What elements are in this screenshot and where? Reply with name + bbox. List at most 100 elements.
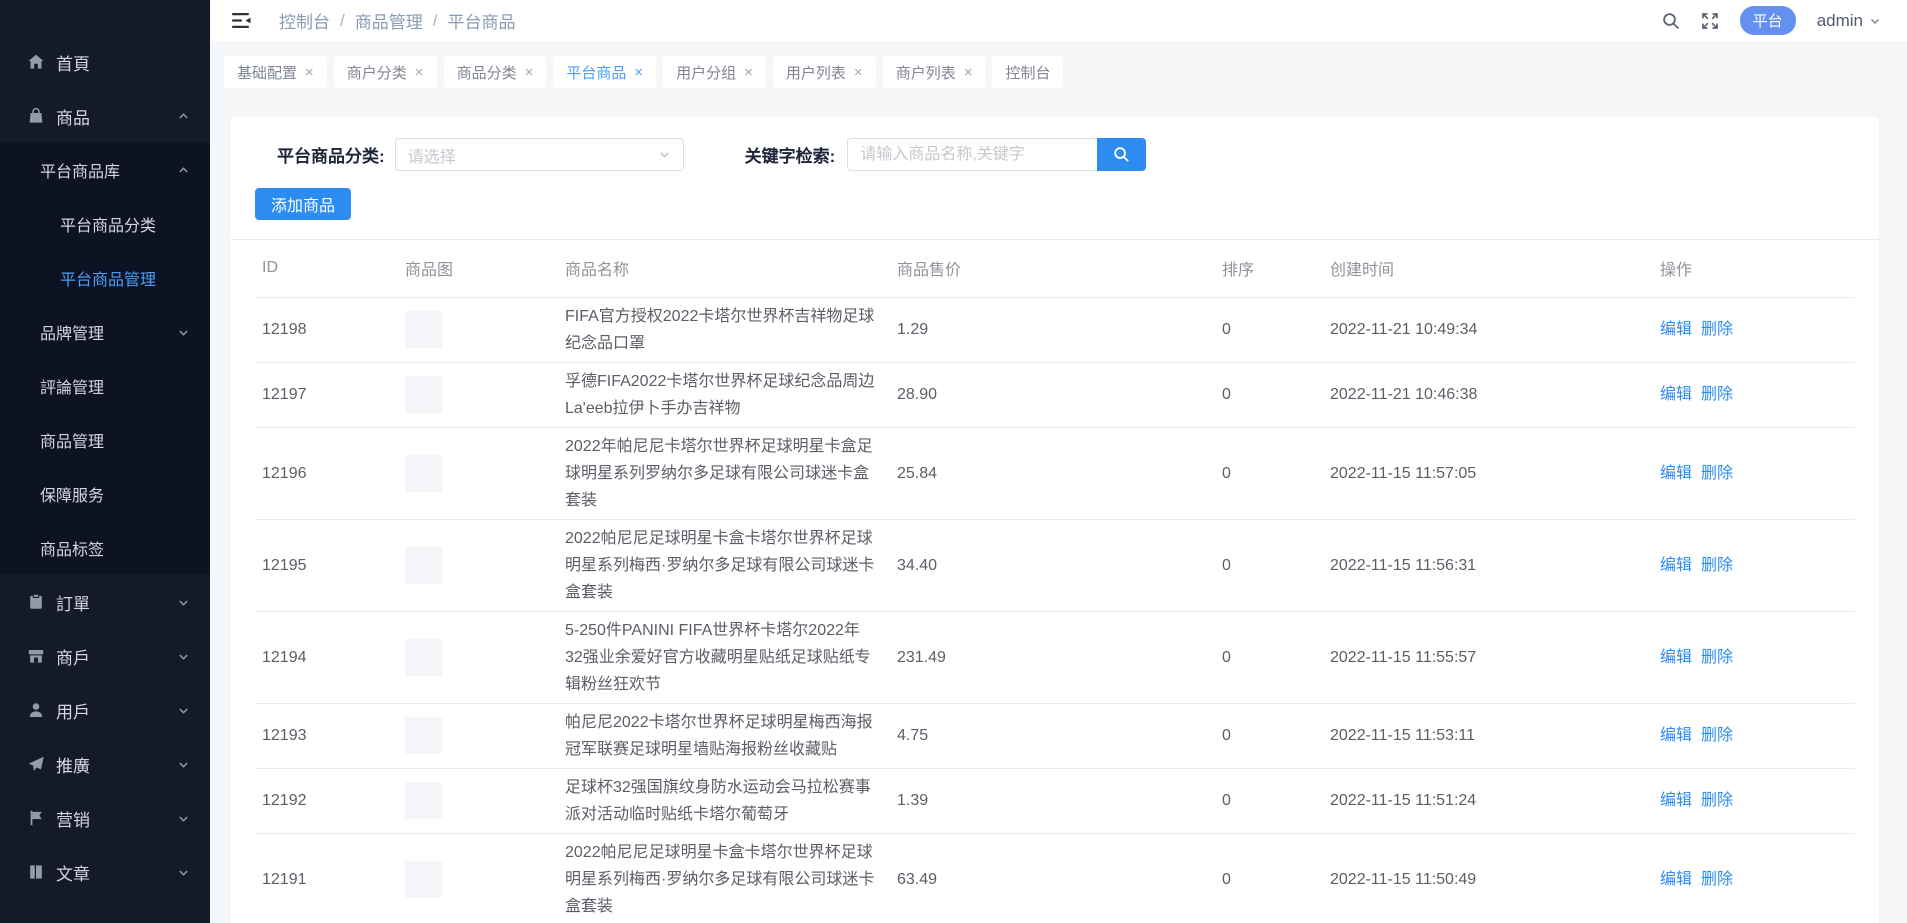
product-price: 28.90	[890, 362, 1215, 427]
tab-merchant-category[interactable]: 商户分类×	[334, 56, 437, 88]
tab-console[interactable]: 控制台	[992, 56, 1063, 88]
delete-link[interactable]: 删除	[1701, 871, 1733, 888]
chevron-down-icon	[177, 866, 190, 879]
breadcrumb-console[interactable]: 控制台	[279, 8, 330, 33]
chevron-down-icon	[177, 704, 190, 717]
edit-link[interactable]: 编辑	[1660, 871, 1692, 888]
products-table: ID商品图商品名称商品售价排序创建时间操作 12198FIFA官方授权2022卡…	[231, 239, 1879, 923]
product-id: 12193	[255, 703, 398, 768]
edit-link[interactable]: 编辑	[1660, 649, 1692, 666]
user-menu[interactable]: admin	[1817, 11, 1881, 31]
delete-link[interactable]: 删除	[1701, 465, 1733, 482]
tab-user-groups[interactable]: 用户分组×	[663, 56, 766, 88]
sidebar-item-goods-manage[interactable]: 商品管理	[0, 413, 210, 467]
product-id: 12197	[255, 362, 398, 427]
sidebar-item-brand-manage[interactable]: 品牌管理	[0, 305, 210, 359]
book-icon	[27, 863, 45, 881]
chevron-down-icon	[658, 148, 671, 161]
tab-label: 平台商品	[566, 62, 626, 83]
actions-cell: 编辑删除	[1653, 519, 1855, 611]
tab-label: 商品分类	[457, 62, 517, 83]
sidebar-item-home[interactable]: 首頁	[0, 35, 210, 89]
product-id: 12198	[255, 297, 398, 362]
sidebar-item-label: 营销	[56, 806, 90, 831]
sidebar-item-platform-goods-manage[interactable]: 平台商品管理	[0, 251, 210, 305]
column-header: ID	[255, 240, 398, 297]
edit-link[interactable]: 编辑	[1660, 321, 1692, 338]
search-icon[interactable]	[1662, 12, 1680, 30]
table-row: 12192足球杯32强国旗纹身防水运动会马拉松赛事派对活动临时贴纸卡塔尔葡萄牙1…	[255, 768, 1855, 833]
content: 平台商品分类: 请选择 关键字检索: 添加商品	[210, 98, 1907, 923]
product-image-placeholder	[405, 455, 442, 492]
product-name: 2022帕尼尼足球明星卡盒卡塔尔世界杯足球明星系列梅西·罗纳尔多足球有限公司球迷…	[558, 519, 890, 611]
delete-link[interactable]: 删除	[1701, 727, 1733, 744]
sidebar-item-label: 平台商品库	[40, 158, 120, 182]
storefront-icon	[27, 647, 45, 665]
sidebar-item-orders[interactable]: 訂單	[0, 575, 210, 629]
product-image-cell	[398, 297, 558, 362]
search-button[interactable]	[1097, 138, 1146, 171]
product-name: 5-250件PANINI FIFA世界杯卡塔尔2022年32强业余爱好官方收藏明…	[558, 611, 890, 703]
sidebar-item-goods[interactable]: 商品	[0, 89, 210, 143]
close-icon[interactable]: ×	[634, 65, 643, 80]
add-product-button[interactable]: 添加商品	[255, 188, 351, 220]
edit-link[interactable]: 编辑	[1660, 557, 1692, 574]
close-icon[interactable]: ×	[305, 65, 314, 80]
tab-goods-category[interactable]: 商品分类 ×	[444, 56, 547, 88]
sidebar-item-label: 訂單	[56, 590, 90, 615]
delete-link[interactable]: 删除	[1701, 321, 1733, 338]
sidebar-item-merchants[interactable]: 商戶	[0, 629, 210, 683]
sidebar: 首頁商品平台商品库平台商品分类平台商品管理品牌管理評論管理商品管理保障服务商品标…	[0, 0, 210, 923]
clipboard-icon	[27, 593, 45, 611]
close-icon[interactable]: ×	[744, 65, 753, 80]
keyword-input[interactable]	[847, 138, 1097, 171]
tab-user-list[interactable]: 用户列表×	[773, 56, 876, 88]
sidebar-item-platform-goods-category[interactable]: 平台商品分类	[0, 197, 210, 251]
sidebar-item-platform-goods-lib[interactable]: 平台商品库	[0, 143, 210, 197]
breadcrumb-goods-manage[interactable]: 商品管理	[355, 8, 423, 33]
tab-merchant-list[interactable]: 商户列表×	[883, 56, 986, 88]
category-select[interactable]: 请选择	[395, 138, 684, 171]
actions-cell: 编辑删除	[1653, 297, 1855, 362]
delete-link[interactable]: 删除	[1701, 557, 1733, 574]
sidebar-item-users[interactable]: 用戶	[0, 683, 210, 737]
delete-link[interactable]: 删除	[1701, 649, 1733, 666]
app: 首頁商品平台商品库平台商品分类平台商品管理品牌管理評論管理商品管理保障服务商品标…	[0, 0, 1907, 923]
close-icon[interactable]: ×	[525, 65, 534, 80]
product-created-time: 2022-11-15 11:50:49	[1323, 833, 1653, 923]
delete-link[interactable]: 删除	[1701, 386, 1733, 403]
delete-link[interactable]: 删除	[1701, 792, 1733, 809]
tab-platform-goods[interactable]: 平台商品 ×	[553, 56, 656, 88]
close-icon[interactable]: ×	[964, 65, 973, 80]
product-price: 1.29	[890, 297, 1215, 362]
edit-link[interactable]: 编辑	[1660, 386, 1692, 403]
paper-plane-icon	[27, 755, 45, 773]
keyword-filter-label: 关键字检索:	[745, 142, 836, 167]
column-header: 商品图	[398, 240, 558, 297]
category-select-placeholder: 请选择	[408, 143, 658, 167]
sidebar-item-articles[interactable]: 文章	[0, 845, 210, 899]
fullscreen-icon[interactable]	[1701, 12, 1719, 30]
product-price: 34.40	[890, 519, 1215, 611]
product-sort: 0	[1215, 297, 1323, 362]
edit-link[interactable]: 编辑	[1660, 727, 1692, 744]
sidebar-item-label: 推廣	[56, 752, 90, 777]
sidebar-collapse-icon[interactable]	[232, 12, 251, 29]
tab-basic-config[interactable]: 基础配置×	[224, 56, 327, 88]
sidebar-item-guarantee-service[interactable]: 保障服务	[0, 467, 210, 521]
actions-cell: 编辑删除	[1653, 833, 1855, 923]
sidebar-item-comment-manage[interactable]: 評論管理	[0, 359, 210, 413]
edit-link[interactable]: 编辑	[1660, 792, 1692, 809]
breadcrumb-platform-goods: 平台商品	[447, 8, 515, 33]
edit-link[interactable]: 编辑	[1660, 465, 1692, 482]
product-image-placeholder	[405, 376, 442, 413]
product-sort: 0	[1215, 833, 1323, 923]
close-icon[interactable]: ×	[854, 65, 863, 80]
sidebar-item-promotion[interactable]: 推廣	[0, 737, 210, 791]
sidebar-item-marketing[interactable]: 营销	[0, 791, 210, 845]
product-image-cell	[398, 833, 558, 923]
bag-icon	[27, 107, 45, 125]
close-icon[interactable]: ×	[415, 65, 424, 80]
product-created-time: 2022-11-15 11:57:05	[1323, 427, 1653, 519]
sidebar-item-goods-tags[interactable]: 商品标签	[0, 521, 210, 575]
